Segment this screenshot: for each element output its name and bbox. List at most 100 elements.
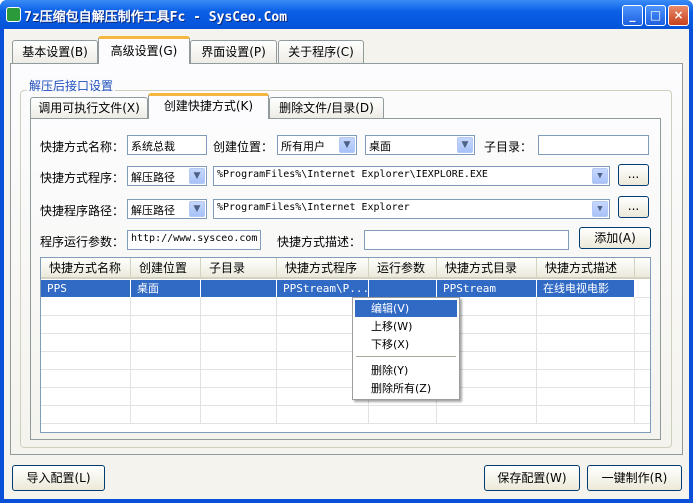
table-cell: PPStream — [437, 280, 537, 298]
args-input[interactable]: http://www.sysceo.com — [127, 230, 261, 250]
menu-item-delete[interactable]: 删除(Y) — [355, 362, 457, 379]
location-place-select[interactable]: 桌面 ▼ — [365, 135, 475, 155]
table-cell — [201, 334, 277, 352]
subtab-exec[interactable]: 调用可执行文件(X) — [30, 97, 148, 119]
table-cell — [41, 352, 131, 370]
column-header[interactable]: 创建位置 — [131, 258, 201, 279]
chevron-down-icon[interactable]: ▼ — [592, 168, 608, 184]
path-value: %ProgramFiles%\Internet Explorer — [217, 202, 410, 213]
table-cell — [131, 370, 201, 388]
column-header[interactable]: 快捷方式名称 — [41, 258, 131, 279]
program-value: %ProgramFiles%\Internet Explorer\IEXPLOR… — [217, 169, 488, 180]
table-cell — [131, 352, 201, 370]
table-cell — [635, 370, 650, 388]
import-config-button[interactable]: 导入配置(L) — [12, 465, 105, 491]
chevron-down-icon[interactable]: ▼ — [457, 137, 473, 153]
title-bar[interactable]: 7z压缩包自解压制作工具Fc - SysCeo.Com _ □ × — [0, 0, 693, 29]
table-cell — [635, 280, 650, 298]
table-cell — [41, 406, 131, 424]
table-cell: PPS — [41, 280, 131, 298]
shortcut-table[interactable]: 快捷方式名称 创建位置 子目录 快捷方式程序 运行参数 快捷方式目录 快捷方式描… — [40, 257, 651, 433]
table-cell — [131, 334, 201, 352]
column-header[interactable]: 快捷方式目录 — [437, 258, 537, 279]
app-icon — [6, 7, 21, 22]
tab-interface[interactable]: 界面设置(P) — [190, 40, 277, 64]
table-cell — [635, 352, 650, 370]
table-row[interactable] — [41, 334, 650, 352]
table-cell — [41, 370, 131, 388]
maximize-button[interactable]: □ — [645, 5, 666, 26]
program-label: 快捷方式程序： — [40, 171, 125, 185]
table-row[interactable] — [41, 388, 650, 406]
table-cell: PPStream\P... — [277, 280, 369, 298]
program-base-select[interactable]: 解压路径 ▼ — [127, 166, 207, 186]
menu-item-move-down[interactable]: 下移(X) — [355, 336, 457, 353]
column-header-filler — [635, 258, 650, 279]
table-row[interactable] — [41, 370, 650, 388]
table-cell — [635, 388, 650, 406]
tab-basic[interactable]: 基本设置(B) — [12, 40, 98, 64]
subdir-input[interactable] — [538, 135, 649, 155]
column-header[interactable]: 快捷方式描述 — [537, 258, 635, 279]
table-row[interactable] — [41, 298, 650, 316]
tab-advanced[interactable]: 高级设置(G) — [98, 36, 190, 64]
table-cell — [201, 388, 277, 406]
table-row[interactable] — [41, 406, 650, 424]
chevron-down-icon[interactable]: ▼ — [189, 201, 205, 217]
location-label: 创建位置： — [213, 140, 274, 154]
table-row[interactable] — [41, 352, 650, 370]
table-cell — [131, 298, 201, 316]
path-browse-button[interactable]: ... — [618, 196, 649, 218]
table-cell — [635, 406, 650, 424]
table-row[interactable] — [41, 316, 650, 334]
table-cell — [201, 352, 277, 370]
program-browse-button[interactable]: ... — [618, 164, 649, 186]
table-cell — [201, 316, 277, 334]
desc-label: 快捷方式描述： — [277, 235, 362, 249]
chevron-down-icon[interactable]: ▼ — [592, 201, 608, 217]
add-button[interactable]: 添加(A) — [579, 227, 651, 249]
subtab-delete[interactable]: 删除文件/目录(D) — [269, 97, 384, 119]
table-cell — [537, 388, 635, 406]
column-header[interactable]: 子目录 — [201, 258, 277, 279]
args-label: 程序运行参数： — [40, 235, 125, 249]
chevron-down-icon[interactable]: ▼ — [339, 137, 355, 153]
save-config-button[interactable]: 保存配置(W) — [484, 465, 580, 491]
table-cell — [635, 316, 650, 334]
table-cell — [537, 334, 635, 352]
table-cell — [537, 316, 635, 334]
table-cell — [41, 298, 131, 316]
name-input[interactable]: 系统总裁 — [127, 135, 207, 155]
table-cell — [201, 298, 277, 316]
desc-input[interactable] — [364, 230, 569, 250]
table-cell — [437, 406, 537, 424]
program-combo[interactable]: %ProgramFiles%\Internet Explorer\IEXPLOR… — [213, 166, 610, 186]
table-cell — [537, 370, 635, 388]
table-cell — [41, 388, 131, 406]
menu-separator — [356, 356, 456, 357]
table-cell — [131, 316, 201, 334]
column-header[interactable]: 快捷方式程序 — [277, 258, 369, 279]
menu-item-move-up[interactable]: 上移(W) — [355, 318, 457, 335]
menu-item-delete-all[interactable]: 删除所有(Z) — [355, 380, 457, 397]
table-cell: 在线电视电影 — [537, 280, 635, 298]
column-header[interactable]: 运行参数 — [369, 258, 437, 279]
table-cell — [537, 298, 635, 316]
subtab-shortcut[interactable]: 创建快捷方式(K) — [148, 93, 269, 119]
menu-item-edit[interactable]: 编辑(V) — [355, 300, 457, 317]
close-button[interactable]: × — [668, 5, 689, 26]
location-place-value: 桌面 — [369, 140, 391, 153]
location-user-select[interactable]: 所有用户 ▼ — [277, 135, 357, 155]
build-button[interactable]: 一键制作(R) — [587, 465, 682, 491]
table-cell — [201, 280, 277, 298]
table-cell — [369, 406, 437, 424]
program-base-value: 解压路径 — [131, 171, 175, 184]
path-combo[interactable]: %ProgramFiles%\Internet Explorer ▼ — [213, 199, 610, 219]
table-row[interactable]: PPS 桌面 PPStream\P... PPStream 在线电视电影 — [41, 280, 650, 298]
minimize-button[interactable]: _ — [622, 5, 643, 26]
chevron-down-icon[interactable]: ▼ — [189, 168, 205, 184]
path-base-select[interactable]: 解压路径 ▼ — [127, 199, 207, 219]
tab-about[interactable]: 关于程序(C) — [278, 40, 364, 64]
subdir-label: 子目录： — [484, 140, 533, 154]
table-cell — [201, 406, 277, 424]
